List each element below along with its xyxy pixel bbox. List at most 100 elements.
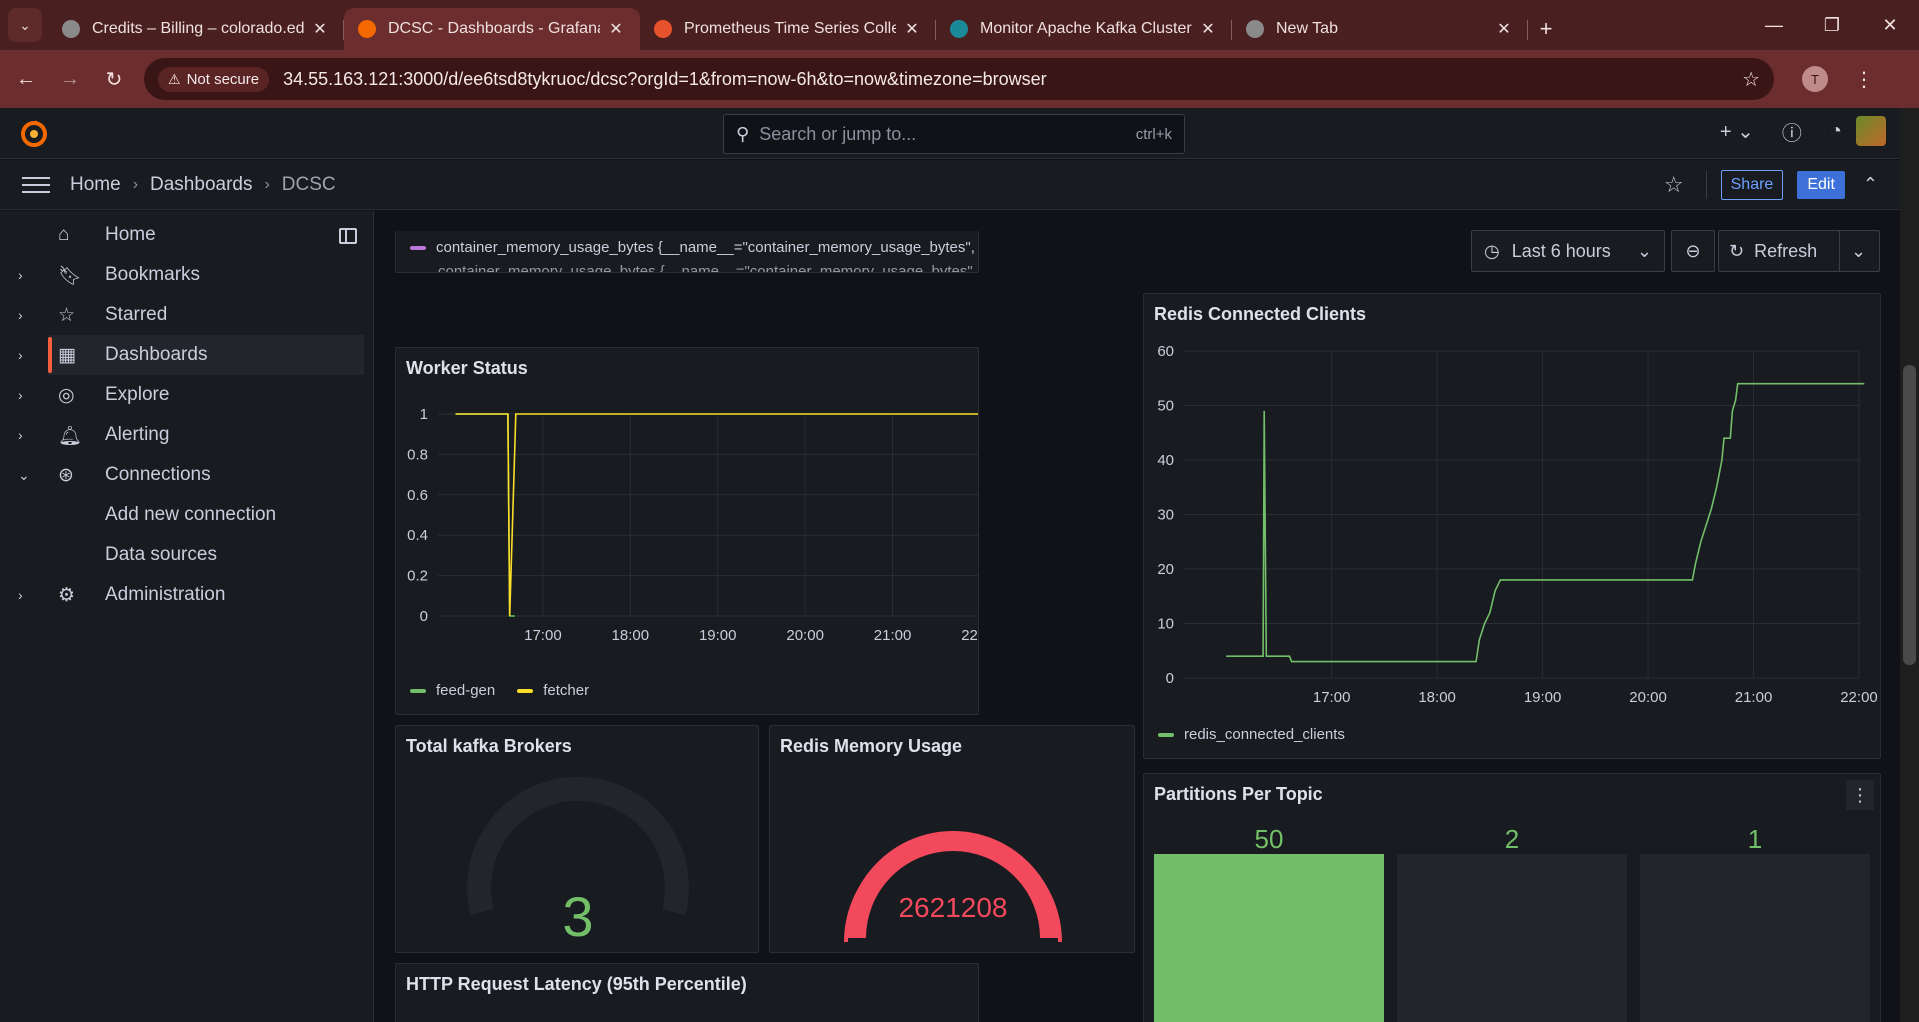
legend-item[interactable]: container_memory_usage_bytes {__name__="…	[410, 239, 978, 256]
chevron-down-icon[interactable]: ⌄	[1851, 241, 1866, 262]
sidebar-item-data-sources[interactable]: Data sources	[0, 535, 364, 575]
kafka-brokers-panel[interactable]: Total kafka Brokers 3	[395, 725, 759, 953]
x-tick-label: 17:00	[1313, 689, 1351, 706]
sidebar-item-bookmarks[interactable]: › 🔖︎ Bookmarks	[0, 255, 364, 295]
sidebar-item-starred[interactable]: › ☆ Starred	[0, 295, 364, 335]
sidebar-item-dashboards[interactable]: › ▦ Dashboards	[18, 335, 364, 375]
browser-tab[interactable]: Credits – Billing – colorado.edu ✕	[48, 8, 344, 50]
share-button[interactable]: Share	[1720, 169, 1784, 200]
bookmark-icon: 🔖︎	[58, 266, 83, 287]
x-tick-label: 21:00	[874, 627, 912, 644]
bookmark-star-icon[interactable]: ☆	[1742, 67, 1760, 92]
address-toolbar: ← → ↻ ⚠ Not secure 34.55.163.121:3000/d/…	[0, 50, 1919, 108]
legend-item[interactable]: feed-gen	[410, 682, 495, 699]
partitions-panel[interactable]: Partitions Per Topic ⋮ 50 2 1	[1143, 773, 1881, 1022]
legend-item[interactable]: fetcher	[517, 682, 589, 699]
chevron-up-icon[interactable]: ⌃	[1863, 174, 1878, 195]
chevron-down-icon[interactable]: ⌄	[18, 467, 32, 484]
time-range-picker[interactable]: ◷ Last 6 hours ⌄	[1471, 230, 1665, 272]
nav-sidebar: ⌂ Home › 🔖︎ Bookmarks › ☆ Starred › ▦ Dashboards › ◎…	[0, 211, 374, 1022]
address-bar[interactable]: ⚠ Not secure 34.55.163.121:3000/d/ee6tsd…	[144, 58, 1774, 100]
new-tab-button[interactable]: +	[1528, 8, 1564, 50]
star-icon: ☆	[58, 305, 76, 326]
sidebar-item-administration[interactable]: › ⚙ Administration	[0, 575, 364, 615]
chevron-right-icon[interactable]: ›	[18, 427, 32, 443]
chevron-right-icon[interactable]: ›	[18, 387, 32, 403]
security-label: Not secure	[186, 70, 260, 88]
minimize-icon[interactable]: —	[1745, 15, 1803, 36]
user-avatar[interactable]	[1856, 116, 1886, 146]
help-icon[interactable]: ⓘ	[1782, 117, 1802, 146]
legend-swatch	[410, 245, 426, 250]
y-tick-label: 60	[1157, 343, 1174, 360]
close-tab-icon[interactable]: ✕	[310, 19, 330, 39]
zoom-out-button[interactable]: ⊖	[1671, 230, 1715, 272]
worker-status-chart: 0 0.2 0.4 0.6 0.8 1 17:00 18:00 19:00 20:00 21:00 2…	[407, 406, 978, 644]
chevron-right-icon[interactable]: ›	[18, 347, 32, 363]
y-tick-label: 30	[1157, 507, 1174, 524]
rss-icon[interactable]: ◔	[1830, 120, 1842, 143]
restore-icon[interactable]: ❐	[1803, 15, 1861, 36]
tab-favicon-icon	[950, 20, 968, 38]
topbar-actions: + ⌄ ⓘ ◔	[1706, 116, 1900, 146]
x-tick-label: 18:00	[612, 627, 650, 644]
tab-search-button[interactable]: ⌄	[8, 8, 42, 42]
dashboard-canvas: ◷ Last 6 hours ⌄ ⊖ ↻ Refresh ⌄ container…	[375, 211, 1900, 1022]
breadcrumb-dashboards[interactable]: Dashboards	[150, 174, 252, 196]
sidebar-item-explore[interactable]: › ◎ Explore	[0, 375, 364, 415]
series-line[interactable]	[455, 413, 515, 617]
browser-menu-icon[interactable]: ⋮	[1854, 67, 1874, 92]
x-tick-label: 19:00	[1524, 689, 1562, 706]
site-info-chip[interactable]: ⚠ Not secure	[158, 66, 270, 92]
close-tab-icon[interactable]: ✕	[1198, 19, 1218, 39]
refresh-label: Refresh	[1754, 240, 1818, 261]
scrollbar-thumb[interactable]	[1903, 365, 1916, 665]
worker-status-panel[interactable]: Worker Status 0 0.2 0.4 0.6 0.8 1 17:00 18:00 19…	[395, 347, 979, 715]
breadcrumb-bar: Home › Dashboards › DCSC ☆ Share Edit ⌃	[0, 160, 1900, 210]
browser-tab[interactable]: New Tab ✕	[1232, 8, 1528, 50]
profile-avatar[interactable]: T	[1802, 66, 1828, 92]
chevron-right-icon[interactable]: ›	[18, 587, 32, 603]
sidebar-item-connections[interactable]: ⌄ ⊛ Connections	[0, 455, 364, 495]
browser-tab[interactable]: DCSC - Dashboards - Grafana ✕	[344, 8, 640, 50]
bar[interactable]	[1154, 854, 1384, 1022]
back-icon[interactable]: ←	[8, 68, 44, 91]
y-tick-label: 0.2	[407, 568, 428, 585]
close-window-icon[interactable]: ✕	[1861, 15, 1919, 36]
close-tab-icon[interactable]: ✕	[902, 19, 922, 39]
sidebar-item-add-new-connection[interactable]: Add new connection	[0, 495, 364, 535]
mark-favorite-icon[interactable]: ☆	[1664, 172, 1684, 198]
panel-title: Total kafka Brokers	[406, 736, 572, 756]
refresh-button[interactable]: ↻ Refresh ⌄	[1718, 230, 1880, 272]
http-latency-panel[interactable]: HTTP Request Latency (95th Percentile)	[395, 963, 979, 1022]
sidebar-item-home[interactable]: ⌂ Home	[0, 215, 364, 255]
dock-menu-icon[interactable]	[339, 228, 357, 244]
browser-tab[interactable]: Prometheus Time Series Collect ✕	[640, 8, 936, 50]
y-tick-label: 0	[420, 608, 428, 625]
search-input[interactable]: ⚲ Search or jump to... ctrl+k	[723, 114, 1185, 154]
redis-memory-panel[interactable]: Redis Memory Usage 2621208	[769, 725, 1135, 953]
gauge-value: 3	[562, 885, 594, 948]
close-tab-icon[interactable]: ✕	[1494, 19, 1514, 39]
add-new-icon[interactable]: + ⌄	[1720, 119, 1754, 144]
forward-icon[interactable]: →	[52, 68, 88, 91]
bell-icon: 🔔︎	[58, 426, 83, 447]
grafana-logo-icon[interactable]	[20, 120, 48, 148]
y-tick-label: 0.4	[407, 527, 428, 544]
redis-clients-panel[interactable]: Redis Connected Clients 0 10 20 30 40 50 60 17:…	[1143, 293, 1881, 759]
close-tab-icon[interactable]: ✕	[606, 19, 626, 39]
legend-item[interactable]: container_memory_usage_bytes {__name__="…	[438, 263, 978, 272]
chart-axes: 0 0.2 0.4 0.6 0.8 1 17:00 18:00 19:00 20:00 21:00 2…	[407, 406, 978, 644]
home-icon: ⌂	[58, 224, 70, 245]
sidebar-item-alerting[interactable]: › 🔔︎ Alerting	[0, 415, 364, 455]
browser-tab[interactable]: Monitor Apache Kafka Clusters ✕	[936, 8, 1232, 50]
edit-button[interactable]: Edit	[1797, 170, 1845, 199]
url-text[interactable]: 34.55.163.121:3000/d/ee6tsd8tykruoc/dcsc…	[283, 69, 1742, 90]
chevron-right-icon[interactable]: ›	[18, 267, 32, 283]
breadcrumb-home[interactable]: Home	[70, 174, 121, 196]
reload-icon[interactable]: ↻	[96, 67, 132, 92]
chevron-right-icon[interactable]: ›	[18, 307, 32, 323]
series-line[interactable]	[1226, 382, 1865, 663]
legend-item[interactable]: redis_connected_clients	[1158, 726, 1345, 743]
menu-icon[interactable]	[22, 172, 50, 198]
